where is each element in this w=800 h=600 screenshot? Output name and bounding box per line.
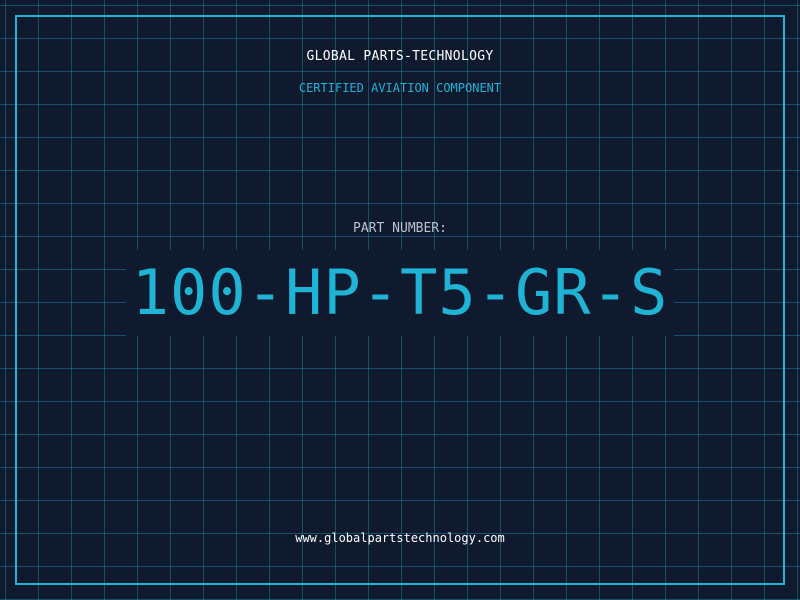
company-name: GLOBAL PARTS-TECHNOLOGY [306,49,494,64]
part-number-container: 100-HP-T5-GR-S [0,250,800,336]
certification-subtitle: CERTIFIED AVIATION COMPONENT [298,81,502,95]
website-url: www.globalpartstechnology.com [295,531,505,545]
certificate-canvas: GLOBAL PARTS-TECHNOLOGY CERTIFIED AVIATI… [0,0,800,600]
part-number-label: PART NUMBER: [353,221,447,236]
part-number-value: 100-HP-T5-GR-S [125,250,675,336]
